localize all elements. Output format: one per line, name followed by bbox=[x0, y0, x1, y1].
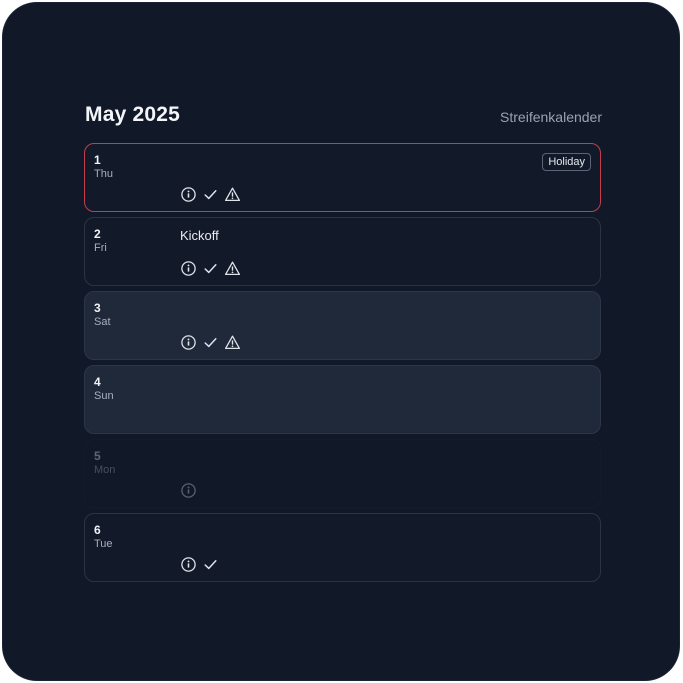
check-icon[interactable] bbox=[202, 334, 219, 351]
day-row[interactable]: 2 Fri Kickoff bbox=[84, 217, 601, 286]
info-icon[interactable] bbox=[180, 482, 197, 499]
warning-icon[interactable] bbox=[224, 260, 241, 277]
event-title[interactable]: Kickoff bbox=[180, 228, 219, 243]
day-icons bbox=[180, 185, 241, 203]
day-icons bbox=[180, 333, 241, 351]
day-row[interactable]: 4 Sun bbox=[84, 365, 601, 434]
calendar-header: May 2025 Streifenkalender bbox=[85, 103, 602, 131]
day-number: 2 bbox=[94, 227, 101, 241]
day-weekday: Thu bbox=[94, 168, 113, 180]
day-icons bbox=[180, 555, 219, 573]
day-weekday: Sat bbox=[94, 316, 111, 328]
warning-icon[interactable] bbox=[224, 186, 241, 203]
day-number: 1 bbox=[94, 153, 101, 167]
day-number: 4 bbox=[94, 375, 101, 389]
calendar-app: May 2025 Streifenkalender 1 Thu Holiday … bbox=[3, 3, 679, 680]
check-icon[interactable] bbox=[202, 260, 219, 277]
day-icons bbox=[180, 481, 197, 499]
day-weekday: Sun bbox=[94, 390, 114, 402]
day-row[interactable]: 3 Sat bbox=[84, 291, 601, 360]
info-icon[interactable] bbox=[180, 186, 197, 203]
info-icon[interactable] bbox=[180, 556, 197, 573]
day-icons bbox=[180, 259, 241, 277]
info-icon[interactable] bbox=[180, 334, 197, 351]
check-icon[interactable] bbox=[202, 556, 219, 573]
check-icon[interactable] bbox=[202, 186, 219, 203]
day-row[interactable]: 1 Thu Holiday bbox=[84, 143, 601, 212]
day-row[interactable]: 5 Mon bbox=[84, 439, 601, 508]
day-weekday: Mon bbox=[94, 464, 116, 476]
day-row[interactable]: 6 Tue bbox=[84, 513, 601, 582]
app-label: Streifenkalender bbox=[500, 109, 602, 125]
holiday-badge: Holiday bbox=[542, 153, 591, 171]
day-list: 1 Thu Holiday 2 Fri Kickoff 3 Sat 4 Sun … bbox=[84, 143, 601, 587]
day-weekday: Fri bbox=[94, 242, 107, 254]
day-weekday: Tue bbox=[94, 538, 113, 550]
day-number: 5 bbox=[94, 449, 101, 463]
warning-icon[interactable] bbox=[224, 334, 241, 351]
info-icon[interactable] bbox=[180, 260, 197, 277]
day-number: 3 bbox=[94, 301, 101, 315]
month-title: May 2025 bbox=[85, 103, 181, 126]
day-number: 6 bbox=[94, 523, 101, 537]
